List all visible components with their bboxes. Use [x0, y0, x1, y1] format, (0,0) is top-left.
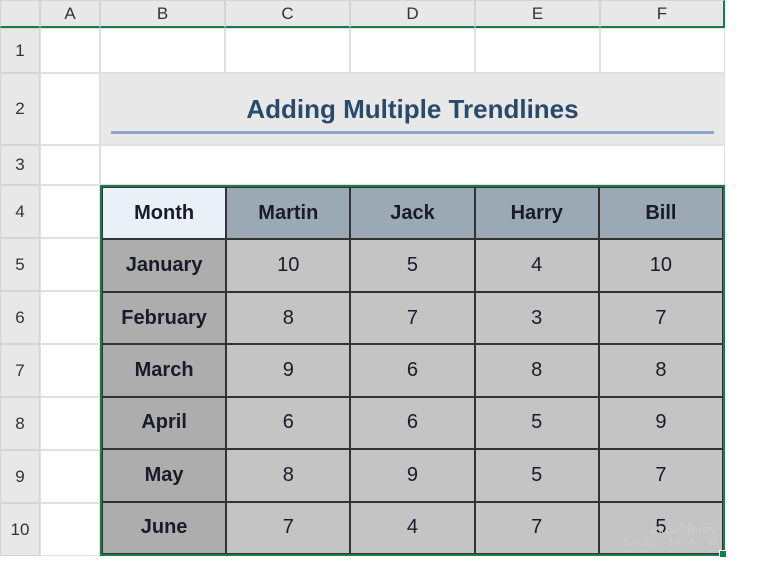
table-cell[interactable]: 5 — [475, 449, 599, 501]
table-cell[interactable]: 6 — [350, 344, 474, 396]
row-header-4[interactable]: 4 — [0, 185, 40, 238]
table-month-apr[interactable]: April — [102, 397, 226, 449]
table-month-jun[interactable]: June — [102, 502, 226, 554]
select-all-corner[interactable] — [0, 0, 40, 28]
table-header-harry[interactable]: Harry — [475, 187, 599, 239]
row-header-2[interactable]: 2 — [0, 73, 40, 145]
title-text: Adding Multiple Trendlines — [246, 94, 578, 125]
cell-A7[interactable] — [40, 344, 100, 397]
cell-A2[interactable] — [40, 73, 100, 145]
col-header-A[interactable]: A — [40, 0, 100, 28]
cell-A6[interactable] — [40, 291, 100, 344]
cell-C1[interactable] — [225, 28, 350, 73]
table-cell[interactable]: 7 — [226, 502, 350, 554]
col-header-B[interactable]: B — [100, 0, 225, 28]
table-cell[interactable]: 10 — [226, 239, 350, 291]
table-cell[interactable]: 7 — [350, 292, 474, 344]
table-cell[interactable]: 6 — [350, 397, 474, 449]
table-cell[interactable]: 8 — [226, 292, 350, 344]
table-cell[interactable]: 8 — [599, 344, 723, 396]
table-cell[interactable]: 6 — [226, 397, 350, 449]
table-cell[interactable]: 4 — [475, 239, 599, 291]
table-cell[interactable]: 8 — [226, 449, 350, 501]
table-month-jan[interactable]: January — [102, 239, 226, 291]
data-table-selection[interactable]: Month Martin Jack Harry Bill January 10 … — [100, 185, 725, 556]
table-cell[interactable]: 9 — [599, 397, 723, 449]
cell-B3-F3[interactable] — [100, 145, 725, 185]
row-header-9[interactable]: 9 — [0, 450, 40, 503]
table-month-may[interactable]: May — [102, 449, 226, 501]
title-merged-cell[interactable]: Adding Multiple Trendlines — [100, 73, 725, 145]
cell-A5[interactable] — [40, 238, 100, 291]
table-header-martin[interactable]: Martin — [226, 187, 350, 239]
table-cell[interactable]: 4 — [350, 502, 474, 554]
row-header-6[interactable]: 6 — [0, 291, 40, 344]
cell-B1[interactable] — [100, 28, 225, 73]
table-cell[interactable]: 10 — [599, 239, 723, 291]
cell-E1[interactable] — [475, 28, 600, 73]
table-cell[interactable]: 5 — [350, 239, 474, 291]
col-header-E[interactable]: E — [475, 0, 600, 28]
spreadsheet-grid: A B C D E F 1 2 Adding Multiple Trendlin… — [0, 0, 767, 556]
table-month-feb[interactable]: February — [102, 292, 226, 344]
cell-A8[interactable] — [40, 397, 100, 450]
table-cell[interactable]: 7 — [599, 449, 723, 501]
cell-A10[interactable] — [40, 503, 100, 556]
row-header-10[interactable]: 10 — [0, 503, 40, 556]
cell-A3[interactable] — [40, 145, 100, 185]
table-corner[interactable]: Month — [102, 187, 226, 239]
col-header-F[interactable]: F — [600, 0, 725, 28]
table-header-jack[interactable]: Jack — [350, 187, 474, 239]
col-header-C[interactable]: C — [225, 0, 350, 28]
title-underline — [111, 131, 714, 134]
watermark: exceldemy EXCEL · DATA · BI — [624, 522, 717, 548]
table-cell[interactable]: 9 — [226, 344, 350, 396]
selection-fill-handle[interactable] — [719, 550, 727, 558]
table-cell[interactable]: 5 — [475, 397, 599, 449]
table-header-bill[interactable]: Bill — [599, 187, 723, 239]
watermark-brand: exceldemy — [624, 522, 717, 538]
cell-A1[interactable] — [40, 28, 100, 73]
cell-D1[interactable] — [350, 28, 475, 73]
cell-A4[interactable] — [40, 185, 100, 238]
table-cell[interactable]: 9 — [350, 449, 474, 501]
row-header-1[interactable]: 1 — [0, 28, 40, 73]
table-month-mar[interactable]: March — [102, 344, 226, 396]
cell-F1[interactable] — [600, 28, 725, 73]
row-header-8[interactable]: 8 — [0, 397, 40, 450]
row-header-5[interactable]: 5 — [0, 238, 40, 291]
table-cell[interactable]: 7 — [475, 502, 599, 554]
row-header-3[interactable]: 3 — [0, 145, 40, 185]
watermark-tag: EXCEL · DATA · BI — [624, 537, 717, 548]
table-cell[interactable]: 8 — [475, 344, 599, 396]
cell-A9[interactable] — [40, 450, 100, 503]
table-cell[interactable]: 7 — [599, 292, 723, 344]
row-header-7[interactable]: 7 — [0, 344, 40, 397]
col-header-D[interactable]: D — [350, 0, 475, 28]
table-cell[interactable]: 3 — [475, 292, 599, 344]
